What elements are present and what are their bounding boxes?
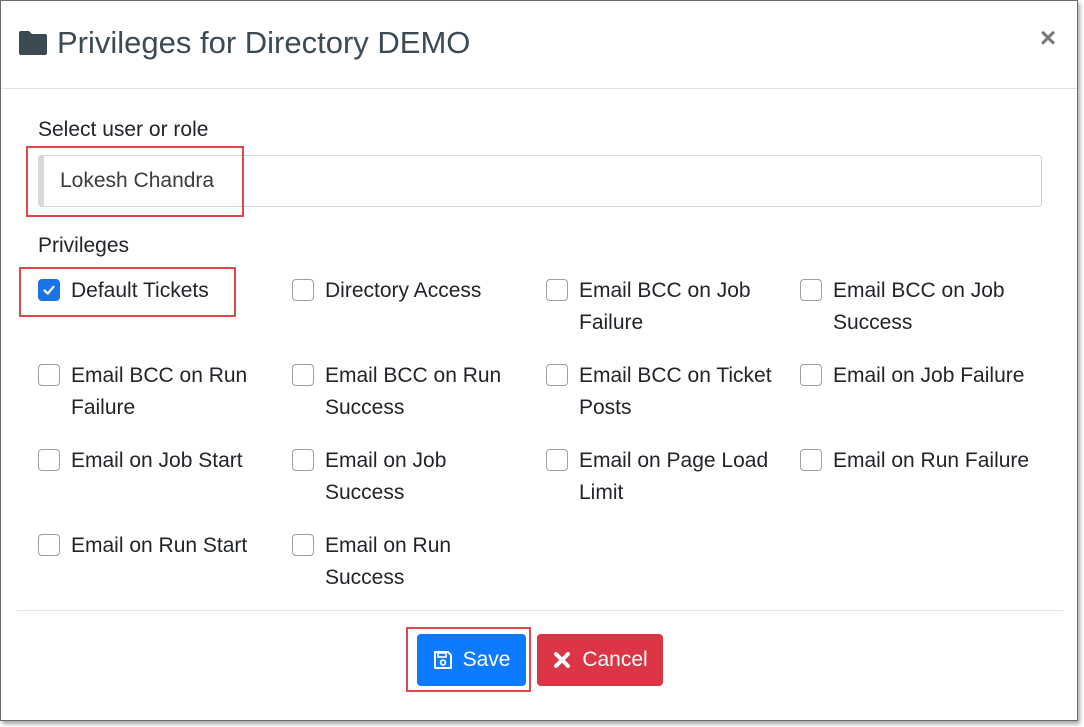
privilege-label: Email on Page Load Limit [579, 449, 769, 504]
privilege-item[interactable]: Email on Job Failure [800, 361, 1048, 424]
privilege-label: Email BCC on Run Success [325, 364, 502, 419]
privileges-grid: Default Tickets Directory Access Email BCC… [38, 276, 1048, 594]
privilege-item[interactable]: Email on Job Start [38, 446, 292, 509]
privilege-label: Email on Job Start [71, 449, 243, 472]
privilege-item[interactable]: Email on Run Failure [800, 446, 1048, 509]
privilege-item[interactable]: Email BCC on Run Success [292, 361, 546, 424]
privilege-label: Email on Job Success [325, 449, 447, 504]
footer-divider [17, 610, 1063, 611]
user-select-label: Select user or role [38, 118, 209, 141]
checkmark-icon [43, 285, 55, 295]
privilege-item[interactable]: Email BCC on Ticket Posts [546, 361, 800, 424]
dialog-header: Privileges for Directory DEMO × [1, 1, 1077, 89]
privilege-checkbox[interactable] [38, 449, 60, 471]
privilege-checkbox[interactable] [38, 279, 60, 301]
privilege-item[interactable]: Email on Page Load Limit [546, 446, 800, 509]
privilege-item[interactable]: Email on Run Start [38, 531, 292, 594]
privileges-label: Privileges [38, 234, 130, 257]
privileges-dialog: Privileges for Directory DEMO × Select u… [0, 0, 1078, 721]
privilege-checkbox[interactable] [546, 279, 568, 301]
user-select-input[interactable] [38, 155, 1042, 207]
privilege-item[interactable]: Email on Run Success [292, 531, 546, 594]
folder-icon [19, 31, 47, 55]
privilege-checkbox[interactable] [38, 364, 60, 386]
privilege-checkbox[interactable] [546, 364, 568, 386]
privilege-label: Email on Run Success [325, 534, 452, 589]
privilege-label: Email on Job Failure [833, 364, 1025, 387]
privilege-label: Directory Access [325, 279, 482, 302]
privilege-checkbox[interactable] [800, 279, 822, 301]
privilege-checkbox[interactable] [38, 534, 60, 556]
privilege-checkbox[interactable] [546, 449, 568, 471]
privilege-checkbox[interactable] [292, 364, 314, 386]
privilege-checkbox[interactable] [800, 449, 822, 471]
privilege-item[interactable]: Email BCC on Job Failure [546, 276, 800, 339]
privilege-item[interactable]: Email on Job Success [292, 446, 546, 509]
privilege-label: Email on Run Start [71, 534, 248, 557]
privilege-checkbox[interactable] [292, 534, 314, 556]
privilege-checkbox[interactable] [292, 449, 314, 471]
close-icon [554, 652, 571, 668]
cancel-button[interactable]: Cancel [537, 634, 663, 686]
privilege-checkbox[interactable] [800, 364, 822, 386]
save-button[interactable]: Save [417, 634, 526, 686]
privilege-checkbox[interactable] [292, 279, 314, 301]
close-button[interactable]: × [1033, 22, 1063, 53]
dialog-title-wrap: Privileges for Directory DEMO [17, 21, 470, 65]
privilege-item[interactable]: Default Tickets [38, 276, 292, 339]
privilege-item[interactable]: Email BCC on Job Success [800, 276, 1048, 339]
save-label: Save [462, 648, 511, 671]
dialog-title: Privileges for Directory DEMO [57, 25, 471, 60]
privilege-label: Default Tickets [71, 279, 209, 302]
privilege-label: Email on Run Failure [833, 449, 1030, 472]
cancel-label: Cancel [582, 648, 648, 671]
privilege-label: Email BCC on Job Success [833, 279, 1005, 334]
save-icon [433, 651, 452, 669]
privilege-item[interactable]: Email BCC on Run Failure [38, 361, 292, 424]
privilege-label: Email BCC on Ticket Posts [579, 364, 772, 419]
close-icon: × [1039, 22, 1057, 53]
privilege-item[interactable]: Directory Access [292, 276, 546, 339]
privilege-label: Email BCC on Run Failure [71, 364, 248, 419]
privilege-label: Email BCC on Job Failure [579, 279, 751, 334]
